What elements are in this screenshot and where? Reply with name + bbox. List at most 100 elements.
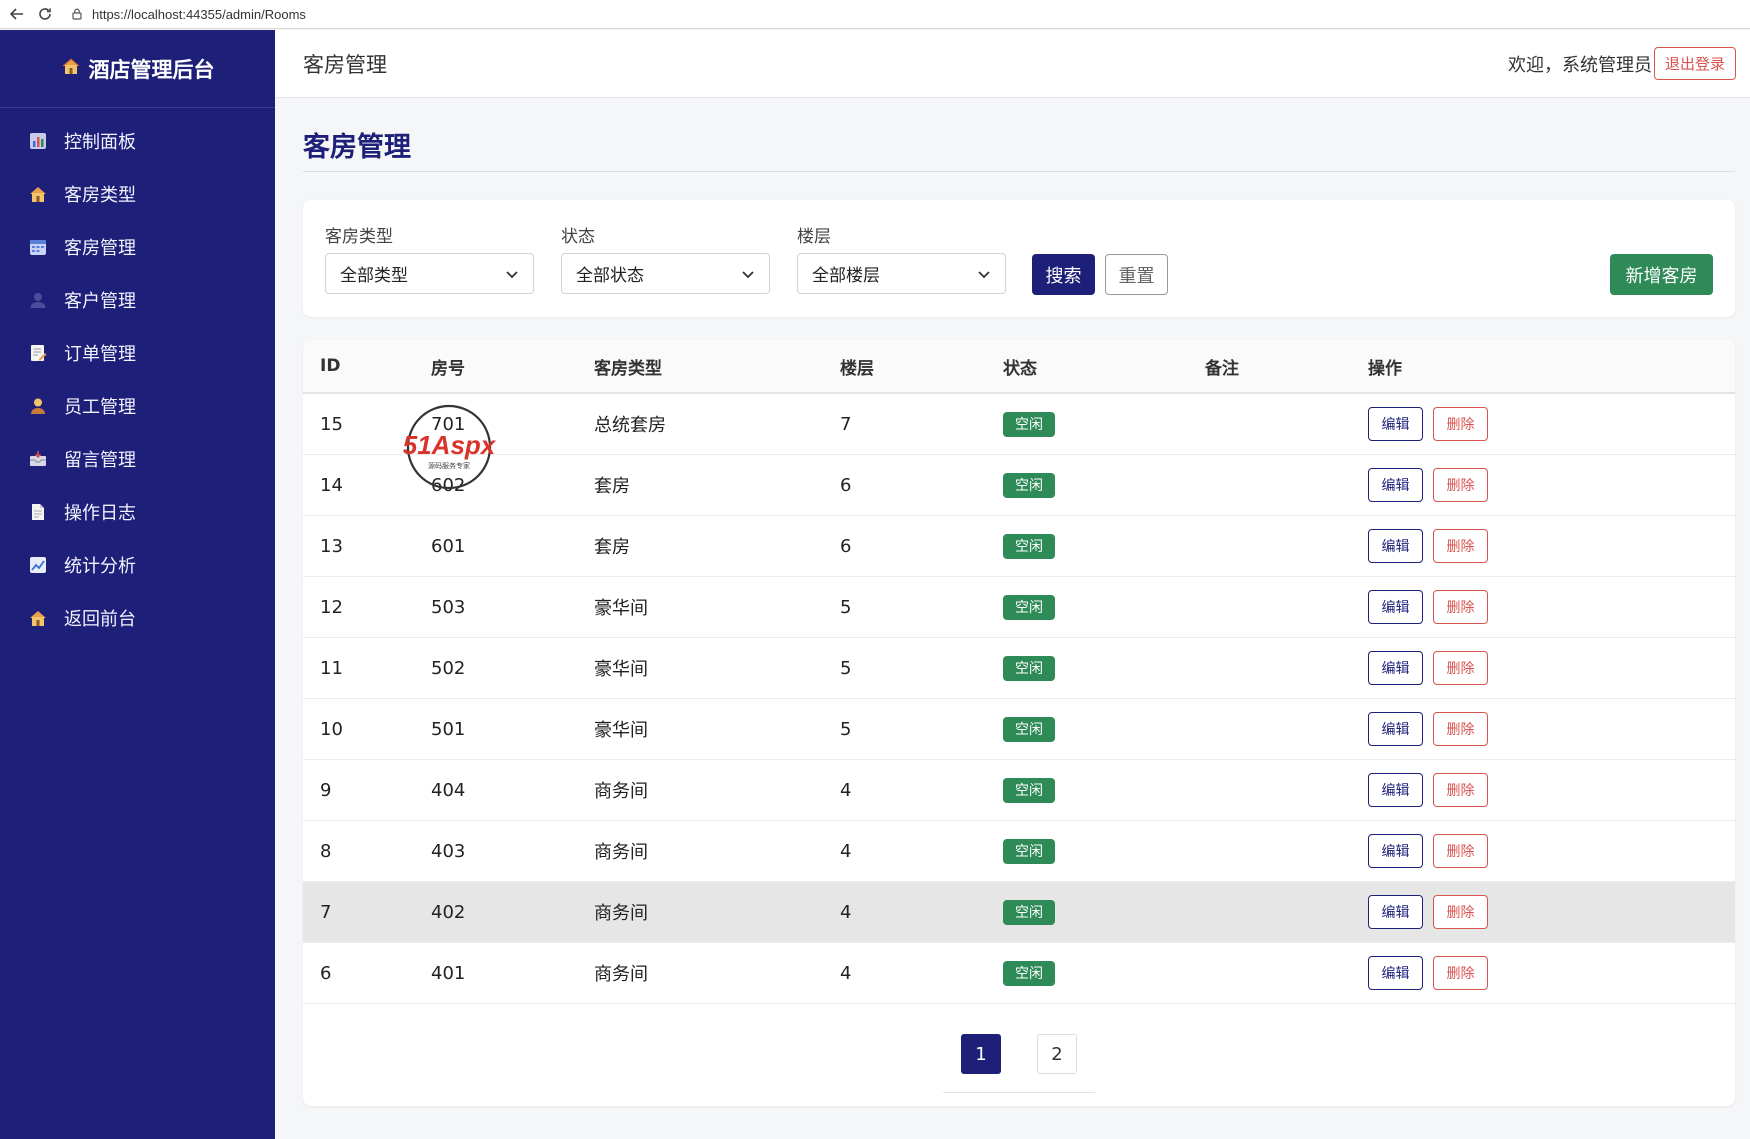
cell-room-type: 豪华间 <box>594 720 648 741</box>
status-select[interactable]: 全部状态 <box>561 253 770 294</box>
table-row: 12 503 豪华间 5 空闲 编辑 删除 <box>303 577 1735 638</box>
edit-button[interactable]: 编辑 <box>1368 407 1423 441</box>
rooms-table-card: ID 房号 客房类型 楼层 状态 备注 操作 15 701 总统套房 7 空闲 编辑 删除 1… <box>303 340 1735 1106</box>
sidebar-item-label: 客户管理 <box>64 290 136 312</box>
cell-id: 10 <box>320 718 343 740</box>
cell-id: 13 <box>320 535 343 557</box>
floor-label: 楼层 <box>797 227 831 247</box>
table-row: 7 402 商务间 4 空闲 编辑 删除 <box>303 882 1735 943</box>
table-row: 8 403 商务间 4 空闲 编辑 删除 <box>303 821 1735 882</box>
sidebar-item-messages[interactable]: 留言管理 <box>0 432 275 485</box>
watermark-text: 51Aspx <box>403 430 497 460</box>
cell-room-type: 商务间 <box>594 903 648 924</box>
chevron-down-icon <box>978 270 990 278</box>
sidebar-item-rooms[interactable]: 客房管理 <box>0 220 275 273</box>
sidebar-item-statistics[interactable]: 统计分析 <box>0 538 275 591</box>
cell-actions: 编辑 删除 <box>1368 407 1668 441</box>
cell-room-type: 总统套房 <box>594 415 666 436</box>
cell-actions: 编辑 删除 <box>1368 956 1668 990</box>
column-header-id: ID <box>320 356 341 376</box>
calendar-icon <box>28 237 48 257</box>
filter-panel: 客房类型 全部类型 状态 全部状态 楼层 全部楼层 搜索 重置 新增客房 <box>303 200 1735 317</box>
cell-status: 空闲 <box>1003 777 1205 803</box>
delete-button[interactable]: 删除 <box>1433 773 1488 807</box>
sidebar-item-frontend[interactable]: 返回前台 <box>0 591 275 644</box>
table-header: ID 房号 客房类型 楼层 状态 备注 操作 <box>303 340 1735 394</box>
cell-actions: 编辑 删除 <box>1368 590 1668 624</box>
watermark-subtext: 源码服务专家 <box>428 461 470 470</box>
cell-status: 空闲 <box>1003 411 1205 437</box>
edit-button[interactable]: 编辑 <box>1368 834 1423 868</box>
page-button-1[interactable]: 1 <box>961 1034 1001 1074</box>
pagination-divider <box>943 1092 1095 1093</box>
delete-button[interactable]: 删除 <box>1433 895 1488 929</box>
sidebar-item-label: 返回前台 <box>64 608 136 630</box>
sidebar-item-staff[interactable]: 员工管理 <box>0 379 275 432</box>
url-field[interactable]: https://localhost:44355/admin/Rooms <box>70 3 306 25</box>
cell-floor: 7 <box>840 413 852 435</box>
status-badge: 空闲 <box>1003 655 1055 681</box>
sidebar-item-customers[interactable]: 客户管理 <box>0 273 275 326</box>
cell-room-no: 402 <box>431 901 466 923</box>
line-chart-icon <box>28 555 48 575</box>
cell-status: 空闲 <box>1003 655 1205 681</box>
sidebar-item-logs[interactable]: 操作日志 <box>0 485 275 538</box>
cell-room-no: 501 <box>431 718 466 740</box>
cell-status: 空闲 <box>1003 594 1205 620</box>
search-button[interactable]: 搜索 <box>1032 254 1095 295</box>
house-icon <box>28 184 48 204</box>
delete-button[interactable]: 删除 <box>1433 407 1488 441</box>
cell-room-type: 套房 <box>594 476 630 497</box>
delete-button[interactable]: 删除 <box>1433 529 1488 563</box>
bar-chart-icon <box>28 131 48 151</box>
edit-button[interactable]: 编辑 <box>1368 529 1423 563</box>
cell-floor: 4 <box>840 901 852 923</box>
logout-button[interactable]: 退出登录 <box>1654 47 1736 80</box>
welcome-text: 欢迎，系统管理员 <box>1508 54 1652 76</box>
edit-button[interactable]: 编辑 <box>1368 895 1423 929</box>
table-row: 15 701 总统套房 7 空闲 编辑 删除 <box>303 394 1735 455</box>
add-room-button[interactable]: 新增客房 <box>1610 254 1713 295</box>
cell-floor: 5 <box>840 718 852 740</box>
delete-button[interactable]: 删除 <box>1433 590 1488 624</box>
edit-button[interactable]: 编辑 <box>1368 590 1423 624</box>
edit-button[interactable]: 编辑 <box>1368 773 1423 807</box>
column-header-floor: 楼层 <box>840 358 874 379</box>
sidebar-item-orders[interactable]: 订单管理 <box>0 326 275 379</box>
url-text: https://localhost:44355/admin/Rooms <box>92 6 306 22</box>
edit-button[interactable]: 编辑 <box>1368 468 1423 502</box>
cell-floor: 6 <box>840 535 852 557</box>
table-row: 9 404 商务间 4 空闲 编辑 删除 <box>303 760 1735 821</box>
cell-room-no: 601 <box>431 535 466 557</box>
floor-value: 全部楼层 <box>812 266 880 286</box>
delete-button[interactable]: 删除 <box>1433 956 1488 990</box>
status-badge: 空闲 <box>1003 533 1055 559</box>
delete-button[interactable]: 删除 <box>1433 834 1488 868</box>
edit-button[interactable]: 编辑 <box>1368 712 1423 746</box>
cell-room-type: 豪华间 <box>594 598 648 619</box>
brand-title: 酒店管理后台 <box>88 57 215 82</box>
floor-select[interactable]: 全部楼层 <box>797 253 1006 294</box>
sidebar-item-dashboard[interactable]: 控制面板 <box>0 114 275 167</box>
back-arrow-icon[interactable] <box>6 3 28 25</box>
sidebar-item-room-types[interactable]: 客房类型 <box>0 167 275 220</box>
browser-address-bar: https://localhost:44355/admin/Rooms <box>0 0 1750 29</box>
cell-room-no: 404 <box>431 779 466 801</box>
delete-button[interactable]: 删除 <box>1433 712 1488 746</box>
page-button-2[interactable]: 2 <box>1037 1034 1077 1074</box>
reload-icon[interactable] <box>34 3 56 25</box>
delete-button[interactable]: 删除 <box>1433 468 1488 502</box>
edit-button[interactable]: 编辑 <box>1368 956 1423 990</box>
edit-button[interactable]: 编辑 <box>1368 651 1423 685</box>
staff-icon <box>28 396 48 416</box>
sidebar-item-label: 留言管理 <box>64 449 136 471</box>
cell-room-type: 商务间 <box>594 842 648 863</box>
cell-room-type: 商务间 <box>594 964 648 985</box>
status-badge: 空闲 <box>1003 411 1055 437</box>
delete-button[interactable]: 删除 <box>1433 651 1488 685</box>
chevron-down-icon <box>742 270 754 278</box>
sidebar-item-label: 控制面板 <box>64 131 136 153</box>
room-type-select[interactable]: 全部类型 <box>325 253 534 294</box>
cell-floor: 6 <box>840 474 852 496</box>
reset-button[interactable]: 重置 <box>1105 254 1168 295</box>
